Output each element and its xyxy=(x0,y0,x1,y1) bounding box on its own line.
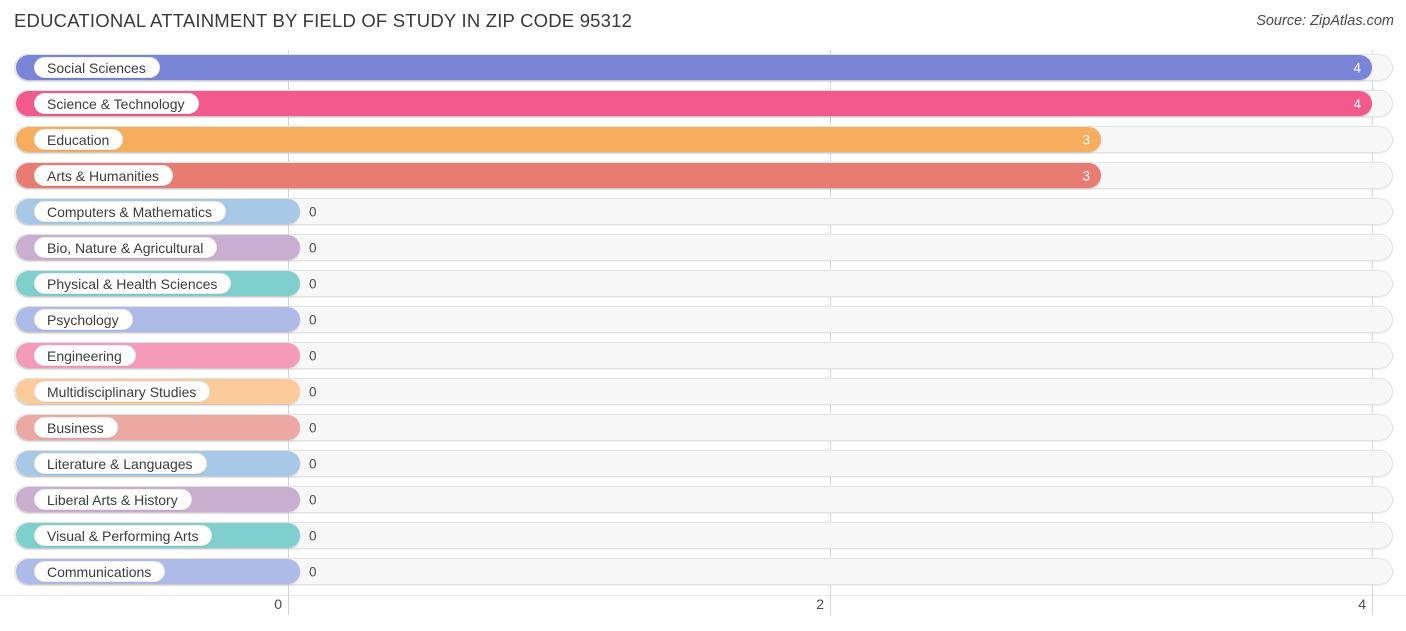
bar-value-label: 0 xyxy=(309,455,317,471)
category-label: Business xyxy=(34,417,118,438)
axis-tick-label-0: 0 xyxy=(274,596,282,612)
category-label: Multidisciplinary Studies xyxy=(34,381,211,402)
axis-top-rule xyxy=(0,595,1406,596)
category-label: Engineering xyxy=(34,345,136,366)
bar[interactable]: 3 xyxy=(16,127,1101,152)
axis-tick-mark-0 xyxy=(288,595,289,615)
chart-header: EDUCATIONAL ATTAINMENT BY FIELD OF STUDY… xyxy=(0,0,1406,46)
category-label: Bio, Nature & Agricultural xyxy=(34,237,218,258)
table-row[interactable]: 3 Arts & Humanities xyxy=(0,158,1406,194)
table-row[interactable]: 0 Physical & Health Sciences xyxy=(0,266,1406,302)
category-label: Social Sciences xyxy=(34,57,160,78)
table-row[interactable]: 0 Bio, Nature & Agricultural xyxy=(0,230,1406,266)
table-row[interactable]: 0 Liberal Arts & History xyxy=(0,482,1406,518)
table-row[interactable]: 4 Science & Technology xyxy=(0,86,1406,122)
axis-tick-mark-2 xyxy=(830,595,831,615)
bar-value-label: 0 xyxy=(309,419,317,435)
bar-value-label: 0 xyxy=(309,275,317,291)
bar-value-label: 0 xyxy=(309,491,317,507)
bar-value-label: 3 xyxy=(1082,131,1090,147)
category-label: Arts & Humanities xyxy=(34,165,174,186)
axis-tick-label-4: 4 xyxy=(1358,596,1366,612)
bar-value-label: 0 xyxy=(309,347,317,363)
table-row[interactable]: 0 Visual & Performing Arts xyxy=(0,518,1406,554)
category-label: Visual & Performing Arts xyxy=(34,525,213,546)
table-row[interactable]: 0 Computers & Mathematics xyxy=(0,194,1406,230)
category-label: Computers & Mathematics xyxy=(34,201,226,222)
bar-value-label: 0 xyxy=(309,239,317,255)
category-label: Liberal Arts & History xyxy=(34,489,192,510)
bar-value-label: 0 xyxy=(309,383,317,399)
page-title: EDUCATIONAL ATTAINMENT BY FIELD OF STUDY… xyxy=(14,10,633,31)
bar-value-label: 0 xyxy=(309,563,317,579)
table-row[interactable]: 0 Literature & Languages xyxy=(0,446,1406,482)
source-attribution: Source: ZipAtlas.com xyxy=(1256,13,1394,29)
category-label: Psychology xyxy=(34,309,133,330)
chart-plot-area: 4 Social Sciences 4 Science & Technology 3 Ed… xyxy=(0,50,1406,595)
category-label: Literature & Languages xyxy=(34,453,207,474)
axis-tick-mark-4 xyxy=(1372,595,1373,615)
category-label: Education xyxy=(34,129,124,150)
bar-value-label: 4 xyxy=(1353,59,1361,75)
bar-rows: 4 Social Sciences 4 Science & Technology 3 Ed… xyxy=(0,50,1406,590)
table-row[interactable]: 0 Engineering xyxy=(0,338,1406,374)
table-row[interactable]: 0 Business xyxy=(0,410,1406,446)
bar-value-label: 0 xyxy=(309,527,317,543)
category-label: Physical & Health Sciences xyxy=(34,273,232,294)
bar-value-label: 4 xyxy=(1353,95,1361,111)
bar-value-label: 3 xyxy=(1082,167,1090,183)
category-label: Communications xyxy=(34,561,166,582)
bar-value-label: 0 xyxy=(309,203,317,219)
bar-value-label: 0 xyxy=(309,311,317,327)
bar[interactable]: 3 xyxy=(16,163,1101,188)
table-row[interactable]: 3 Education xyxy=(0,122,1406,158)
axis-tick-label-2: 2 xyxy=(816,596,824,612)
table-row[interactable]: 0 Multidisciplinary Studies xyxy=(0,374,1406,410)
category-label: Science & Technology xyxy=(34,93,199,114)
bar[interactable]: 4 xyxy=(16,91,1372,116)
x-axis: 0 2 4 xyxy=(0,595,1406,631)
table-row[interactable]: 0 Psychology xyxy=(0,302,1406,338)
bar[interactable]: 4 xyxy=(16,55,1372,80)
table-row[interactable]: 0 Communications xyxy=(0,554,1406,590)
table-row[interactable]: 4 Social Sciences xyxy=(0,50,1406,86)
